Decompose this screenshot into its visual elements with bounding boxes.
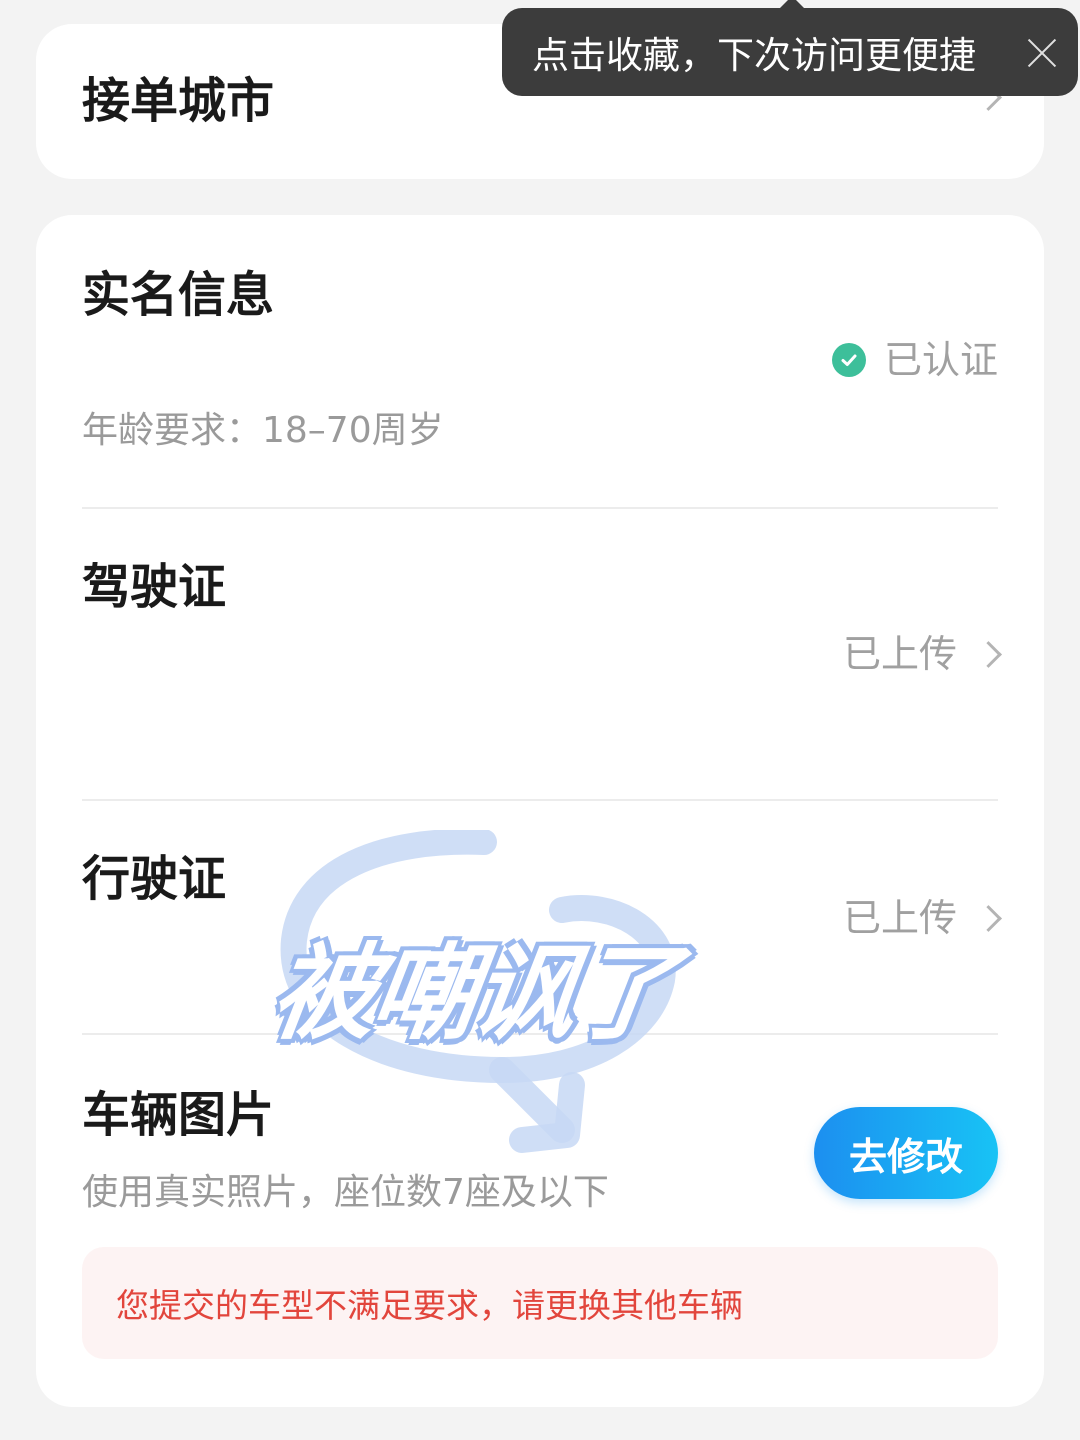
error-message: 您提交的车型不满足要求，请更换其他车辆 bbox=[116, 1286, 743, 1325]
error-message-box: 您提交的车型不满足要求，请更换其他车辆 bbox=[82, 1247, 998, 1359]
sticker-overlay: 被嘲讽了 bbox=[262, 828, 732, 1160]
driver-license-status-label: 已上传 bbox=[842, 632, 957, 676]
age-requirement: 年龄要求：18–70周岁 bbox=[82, 410, 444, 451]
sticker-text: 被嘲讽了 bbox=[264, 932, 682, 1054]
chevron-right-icon bbox=[975, 904, 1002, 932]
tooltip-text: 点击收藏，下次访问更便捷 bbox=[532, 34, 976, 77]
close-icon[interactable] bbox=[1026, 36, 1058, 68]
vehicle-license-status-label: 已上传 bbox=[842, 896, 957, 940]
edit-button[interactable]: 去修改 bbox=[814, 1107, 998, 1199]
vehicle-photos-title: 车辆图片 bbox=[82, 1087, 275, 1143]
driver-license-status[interactable]: 已上传 bbox=[842, 632, 1002, 676]
verification-card: 实名信息 已认证 年龄要求：18–70周岁 驾驶证 已上传 行驶证 已上传 车辆… bbox=[36, 215, 1044, 1407]
city-card-title: 接单城市 bbox=[82, 73, 275, 129]
vehicle-photos-hint: 使用真实照片，座位数7座及以下 bbox=[82, 1172, 609, 1213]
chevron-right-icon bbox=[975, 640, 1002, 668]
vehicle-license-title: 行驶证 bbox=[82, 851, 227, 907]
real-name-status-label: 已认证 bbox=[883, 338, 998, 382]
divider bbox=[82, 799, 998, 801]
check-circle-icon bbox=[831, 343, 866, 377]
real-name-title: 实名信息 bbox=[82, 267, 275, 323]
vehicle-license-status[interactable]: 已上传 bbox=[842, 896, 1002, 940]
divider bbox=[82, 507, 998, 509]
favorite-tooltip: 点击收藏，下次访问更便捷 bbox=[502, 0, 1078, 96]
real-name-status: 已认证 bbox=[831, 338, 998, 382]
driver-license-title: 驾驶证 bbox=[82, 559, 227, 615]
